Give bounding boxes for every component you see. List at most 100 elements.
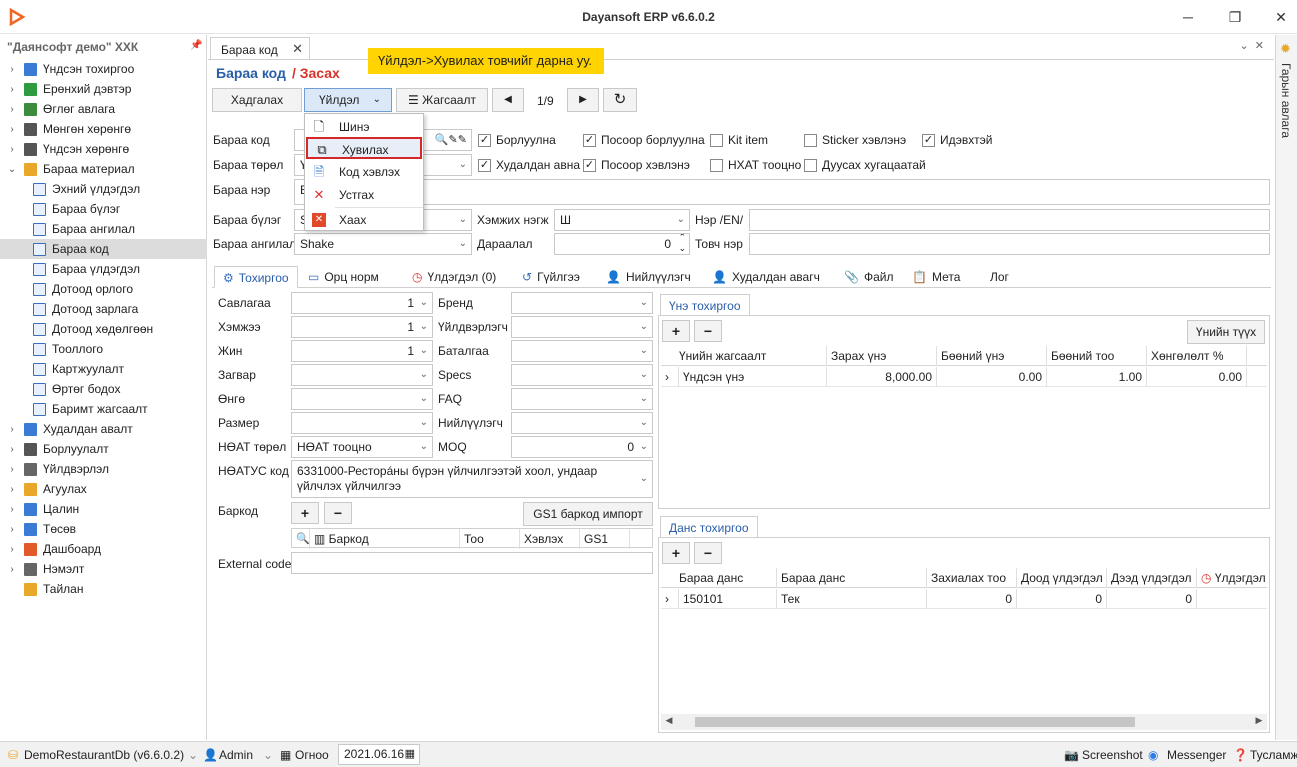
size-stepper[interactable]: 1 ⌄ — [291, 316, 433, 338]
pin-icon[interactable]: 📌 — [190, 40, 202, 51]
action-button[interactable]: Үйлдэл ⌄ — [304, 88, 392, 112]
sidebar-item[interactable]: › Өглөг авлага — [0, 99, 207, 119]
col-order-qty[interactable]: Захиалах тоо — [927, 568, 1017, 588]
help-guide-tab[interactable]: Гарын авлага — [1279, 63, 1293, 138]
col-balance[interactable]: ◷ Үлдэгдэл — [1197, 568, 1267, 588]
sidebar-subitem[interactable]: Дотоод зарлага — [0, 299, 207, 319]
price-history-button[interactable]: Үнийн түүх — [1187, 320, 1265, 344]
sidebar-subitem[interactable]: Бараа үлдэгдэл — [0, 259, 207, 279]
sidebar-subitem[interactable]: Өртөг бодох — [0, 379, 207, 399]
subtab[interactable]: ▭ Орц норм — [308, 266, 379, 288]
expand-arrow-icon[interactable]: › — [6, 84, 18, 95]
gs1-col-header[interactable]: GS1 — [580, 529, 630, 549]
checkbox[interactable]: ✓ Худалдан авна — [478, 158, 580, 172]
sidebar-item[interactable]: › Борлуулалт — [0, 439, 207, 459]
expand-arrow-icon[interactable]: › — [6, 64, 18, 75]
col-price-list[interactable]: Үнийн жагсаалт — [661, 346, 827, 366]
subtab[interactable]: ⚙ Тохиргоо — [214, 266, 298, 288]
specs-select[interactable]: ⌄ — [511, 364, 653, 386]
prev-button[interactable]: ◀ — [492, 88, 524, 112]
checkbox[interactable]: ✓ Посоор хэвлэнэ — [583, 158, 690, 172]
name-input[interactable]: Б — [294, 179, 1270, 205]
sidebar-item[interactable]: › Цалин — [0, 499, 207, 519]
remove-price-button[interactable]: − — [694, 320, 722, 342]
menu-item-print-code[interactable]: 🗎 Код хэвлэх — [305, 161, 423, 183]
checkbox[interactable]: НХАТ тооцно — [710, 158, 801, 172]
table-row[interactable]: › Үндсэн үнэ 8,000.00 0.00 1.00 0.00 — [661, 367, 1267, 387]
search-tools-icon[interactable]: 🔍✎✎ — [435, 130, 467, 150]
col-sale-price[interactable]: Зарах үнэ — [827, 346, 937, 366]
save-button[interactable]: Хадгалах — [212, 88, 302, 112]
moq-select[interactable]: 0 ⌄ — [511, 436, 653, 458]
remove-barcode-button[interactable]: − — [324, 502, 352, 524]
expand-arrow-icon[interactable]: ⌄ — [6, 164, 18, 175]
maximize-button[interactable]: ❐ — [1220, 6, 1250, 28]
col-min-stock[interactable]: Доод үлдэгдэл — [1017, 568, 1107, 588]
sidebar-item[interactable]: Тайлан — [0, 579, 207, 599]
stepper-icon[interactable]: ⌃ ⌄ — [678, 234, 686, 254]
menu-item-close[interactable]: ✕ Хаах — [305, 209, 423, 231]
sidebar-item[interactable]: › Үндсэн хөрөнгө — [0, 139, 207, 159]
row-expand-icon[interactable]: › — [661, 589, 679, 609]
expand-arrow-icon[interactable]: › — [6, 424, 18, 435]
horizontal-scrollbar[interactable]: ◀ ▶ — [661, 714, 1267, 730]
screenshot-button[interactable]: Screenshot — [1082, 748, 1143, 762]
checkbox[interactable]: Дуусах хугацаатай — [804, 158, 926, 172]
guarantee-select[interactable]: ⌄ — [511, 340, 653, 362]
user-name[interactable]: Admin — [219, 748, 253, 762]
tab-price-settings[interactable]: Үнэ тохиргоо — [660, 294, 750, 316]
maker-select[interactable]: ⌄ — [511, 316, 653, 338]
sidebar-item[interactable]: › Нэмэлт — [0, 559, 207, 579]
col-discount[interactable]: Хөнгөлөлт % — [1147, 346, 1247, 366]
col-wholesale-price[interactable]: Бөөний үнэ — [937, 346, 1047, 366]
row-expand-icon[interactable]: › — [661, 367, 679, 387]
subtab[interactable]: 👤 Худалдан авагч — [712, 266, 820, 288]
sidebar-subitem[interactable]: Бараа код — [0, 239, 207, 259]
remove-account-button[interactable]: − — [694, 542, 722, 564]
expand-arrow-icon[interactable]: › — [6, 524, 18, 535]
checkbox-box[interactable]: ✓ — [478, 133, 491, 147]
menu-item-new[interactable]: 🗋 Шинэ — [305, 116, 423, 138]
expand-arrow-icon[interactable]: › — [6, 144, 18, 155]
weight-stepper[interactable]: 1 ⌄ — [291, 340, 433, 362]
checkbox[interactable]: ✓ Посоор борлуулна — [583, 133, 705, 147]
sidebar-subitem[interactable]: Дотоод орлого — [0, 279, 207, 299]
expand-arrow-icon[interactable]: › — [6, 544, 18, 555]
sidebar-item[interactable]: › Үйлдвэрлэл — [0, 459, 207, 479]
tab-account-settings[interactable]: Данс тохиргоо — [660, 516, 758, 538]
sidebar-item[interactable]: ⌄ Бараа материал — [0, 159, 207, 179]
supplier-select[interactable]: ⌄ — [511, 412, 653, 434]
qty-col-header[interactable]: Тоо — [460, 529, 520, 549]
external-code-input[interactable] — [291, 552, 653, 574]
sidebar-item[interactable]: › Мөнгөн хөрөнгө — [0, 119, 207, 139]
checkbox-box[interactable] — [804, 133, 817, 147]
sidebar-subitem[interactable]: Картжуулалт — [0, 359, 207, 379]
sidebar-item[interactable]: › Ерөнхий дэвтэр — [0, 79, 207, 99]
list-button[interactable]: ☰ Жагсаалт — [396, 88, 488, 112]
checkbox[interactable]: ✓ Идэвхтэй — [922, 133, 992, 147]
checkbox-box[interactable] — [710, 133, 723, 147]
help-button[interactable]: Тусламж — [1250, 748, 1297, 762]
expand-arrow-icon[interactable]: › — [6, 464, 18, 475]
checkbox-box[interactable]: ✓ — [583, 158, 596, 172]
database-name[interactable]: DemoRestaurantDb (v6.6.0.2) — [24, 748, 184, 762]
dimension-select[interactable]: ⌄ — [291, 412, 433, 434]
close-tab-icon[interactable]: ✕ — [292, 41, 303, 57]
print-col-header[interactable]: Хэвлэх — [520, 529, 580, 549]
col-max-stock[interactable]: Дээд үлдэгдэл — [1107, 568, 1197, 588]
sidebar-item[interactable]: › Дашбоард — [0, 539, 207, 559]
expand-arrow-icon[interactable]: › — [6, 504, 18, 515]
add-account-button[interactable]: + — [662, 542, 690, 564]
color-select[interactable]: ⌄ — [291, 388, 433, 410]
expand-arrow-icon[interactable]: › — [6, 484, 18, 495]
col-account-2[interactable]: Бараа данс — [777, 568, 927, 588]
add-price-button[interactable]: + — [662, 320, 690, 342]
subtab[interactable]: 📎 Файл — [844, 266, 893, 288]
sidebar-subitem[interactable]: Бараа ангилал — [0, 219, 207, 239]
short-name-input[interactable] — [749, 233, 1270, 255]
vat-select[interactable]: НӨАТ тооцно ⌄ — [291, 436, 433, 458]
order-stepper[interactable]: 0 ⌃ ⌄ — [554, 233, 690, 255]
sidebar-item[interactable]: › Үндсэн тохиргоо — [0, 59, 207, 79]
expand-arrow-icon[interactable]: › — [6, 564, 18, 575]
expand-arrow-icon[interactable]: › — [6, 104, 18, 115]
